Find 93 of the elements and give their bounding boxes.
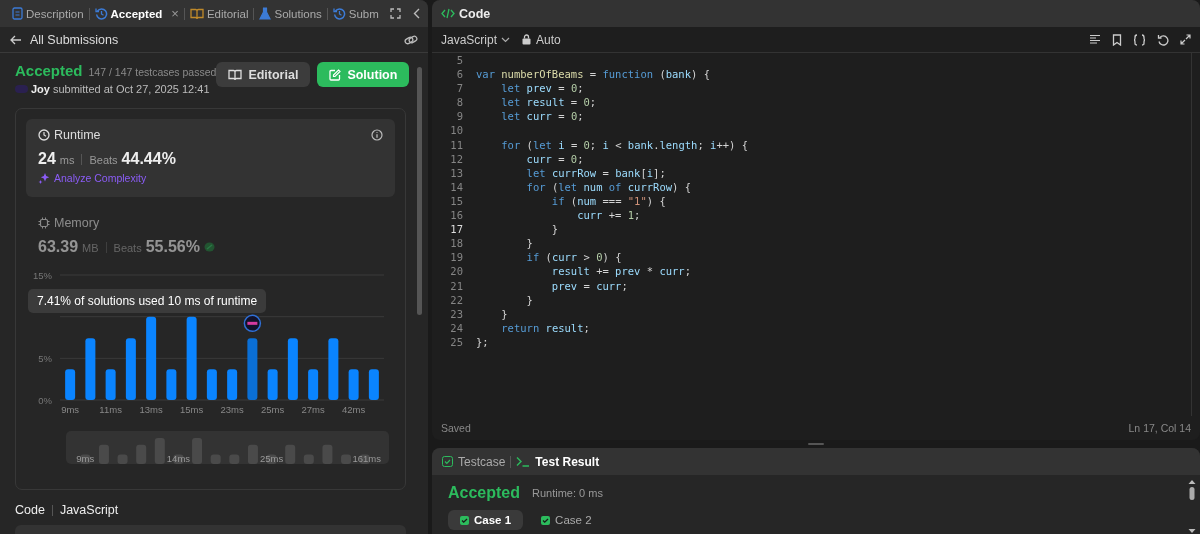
section-title: Code bbox=[15, 503, 45, 517]
memory-card[interactable]: Memory 63.39 MB Beats 55.56% bbox=[26, 207, 395, 257]
case-tab[interactable]: Case 1 bbox=[448, 510, 524, 530]
code-line: curr += 1; bbox=[576, 208, 641, 223]
axis-label: 13ms bbox=[139, 404, 163, 415]
line-number: 20 bbox=[449, 264, 463, 279]
stat-value: 63.39 bbox=[38, 238, 79, 256]
axis-label: 25ms bbox=[261, 404, 285, 415]
axis-label: 161ms bbox=[352, 453, 381, 464]
save-status: Saved bbox=[441, 422, 471, 434]
code-line: prev = curr; bbox=[550, 278, 628, 293]
line-number: 13 bbox=[449, 165, 463, 180]
code-line: let currRow = bank[i]; bbox=[525, 165, 666, 180]
axis-label: 27ms bbox=[301, 404, 325, 415]
code-line: if (num === "1") { bbox=[550, 193, 666, 209]
line-number: 17 bbox=[449, 222, 463, 237]
cursor-position: Ln 17, Col 14 bbox=[1128, 422, 1191, 434]
unit-label: MB bbox=[82, 242, 99, 254]
panel-tab[interactable]: Description bbox=[12, 7, 84, 20]
panel-title: Code bbox=[459, 6, 491, 21]
code-line: } bbox=[525, 292, 533, 307]
all-submissions-link[interactable]: All Submissions bbox=[30, 32, 119, 47]
code-line: var numberOfBeams = function (bank) { bbox=[476, 67, 710, 82]
line-number: 22 bbox=[449, 292, 463, 307]
case-tab[interactable]: Case 2 bbox=[529, 510, 604, 530]
line-number: 25 bbox=[449, 334, 463, 349]
line-number: 10 bbox=[449, 123, 463, 138]
code-line: } bbox=[500, 306, 508, 321]
runtime-label: Runtime: 0 ms bbox=[532, 487, 603, 499]
axis-label: 15ms bbox=[180, 404, 204, 415]
line-number: 21 bbox=[449, 278, 463, 293]
code-line: let result = 0; bbox=[500, 95, 597, 110]
result-status: Accepted bbox=[448, 484, 521, 502]
code-line: result += prev * curr; bbox=[550, 264, 691, 279]
line-number: 12 bbox=[449, 151, 463, 166]
stat-value: 24 bbox=[38, 150, 56, 168]
axis-label: 5% bbox=[38, 352, 52, 364]
line-number: 9 bbox=[455, 109, 463, 124]
beats-label: Beats bbox=[89, 154, 118, 166]
code-line: for (let num of currRow) { bbox=[525, 179, 692, 194]
line-number: 5 bbox=[455, 53, 463, 68]
code-line: for (let i = 0; i < bank.length; i++) { bbox=[500, 137, 748, 152]
axis-label: 9ms bbox=[76, 453, 95, 464]
testcases-label: 147 / 147 testcases passed bbox=[88, 66, 217, 78]
panel-tab[interactable]: Solutions bbox=[259, 7, 322, 20]
language-dropdown[interactable]: JavaScript bbox=[441, 32, 511, 47]
panel-tab[interactable]: Test Result bbox=[516, 454, 600, 469]
beats-label: Beats bbox=[113, 242, 142, 254]
line-number: 6 bbox=[455, 67, 463, 82]
axis-label: 15% bbox=[33, 269, 52, 281]
axis-label: 23ms bbox=[220, 404, 244, 415]
runtime-card[interactable]: Runtime 24 ms Beats 44.44% Analyze Complexity bbox=[26, 119, 395, 197]
line-number: 8 bbox=[455, 95, 463, 110]
chart-tooltip: 7.41% of solutions used 10 ms of runtime bbox=[28, 289, 267, 313]
editorial-button[interactable]: Editorial bbox=[216, 62, 311, 87]
beats-value: 55.56% bbox=[145, 238, 200, 256]
code-line: let prev = 0; bbox=[500, 81, 584, 96]
axis-label: 0% bbox=[38, 394, 52, 406]
code-line: } bbox=[550, 222, 559, 237]
line-number: 7 bbox=[455, 81, 463, 96]
language-label: JavaScript bbox=[59, 503, 119, 517]
axis-label: 14ms bbox=[166, 453, 191, 464]
username[interactable]: Joy bbox=[31, 83, 50, 95]
panel-tab[interactable]: Accepted × bbox=[94, 6, 179, 21]
line-number: 16 bbox=[449, 208, 463, 223]
code-line: return result; bbox=[500, 320, 590, 335]
panel-tab[interactable]: Editorial bbox=[189, 7, 249, 20]
line-number: 18 bbox=[449, 236, 463, 251]
line-number: 24 bbox=[449, 320, 463, 335]
status-label: Accepted bbox=[15, 62, 83, 79]
card-title: Runtime bbox=[54, 128, 101, 142]
unit-label: ms bbox=[59, 154, 75, 166]
panel-tab[interactable]: Testcase bbox=[442, 454, 506, 469]
line-number: 19 bbox=[449, 250, 463, 265]
close-icon[interactable]: × bbox=[171, 6, 179, 21]
card-title: Memory bbox=[54, 216, 100, 230]
beats-value: 44.44% bbox=[121, 150, 176, 168]
line-number: 14 bbox=[449, 179, 463, 194]
axis-label: 9ms bbox=[61, 404, 80, 415]
submitted-label: submitted at Oct 27, 2025 12:41 bbox=[52, 83, 210, 95]
line-number: 15 bbox=[449, 193, 463, 209]
panel-tab[interactable]: Subm bbox=[332, 7, 379, 20]
code-line: }; bbox=[476, 334, 489, 349]
line-number: 23 bbox=[449, 306, 463, 321]
code-line: curr = 0; bbox=[525, 151, 584, 166]
axis-label: 11ms bbox=[99, 404, 122, 415]
axis-label: 42ms bbox=[342, 404, 366, 415]
code-line: } bbox=[525, 236, 533, 251]
code-line: let curr = 0; bbox=[500, 109, 584, 124]
mode-label[interactable]: Auto bbox=[536, 32, 561, 47]
line-number: 11 bbox=[449, 137, 463, 152]
code-line: if (curr > 0) { bbox=[525, 250, 622, 265]
axis-label: 25ms bbox=[259, 453, 284, 464]
